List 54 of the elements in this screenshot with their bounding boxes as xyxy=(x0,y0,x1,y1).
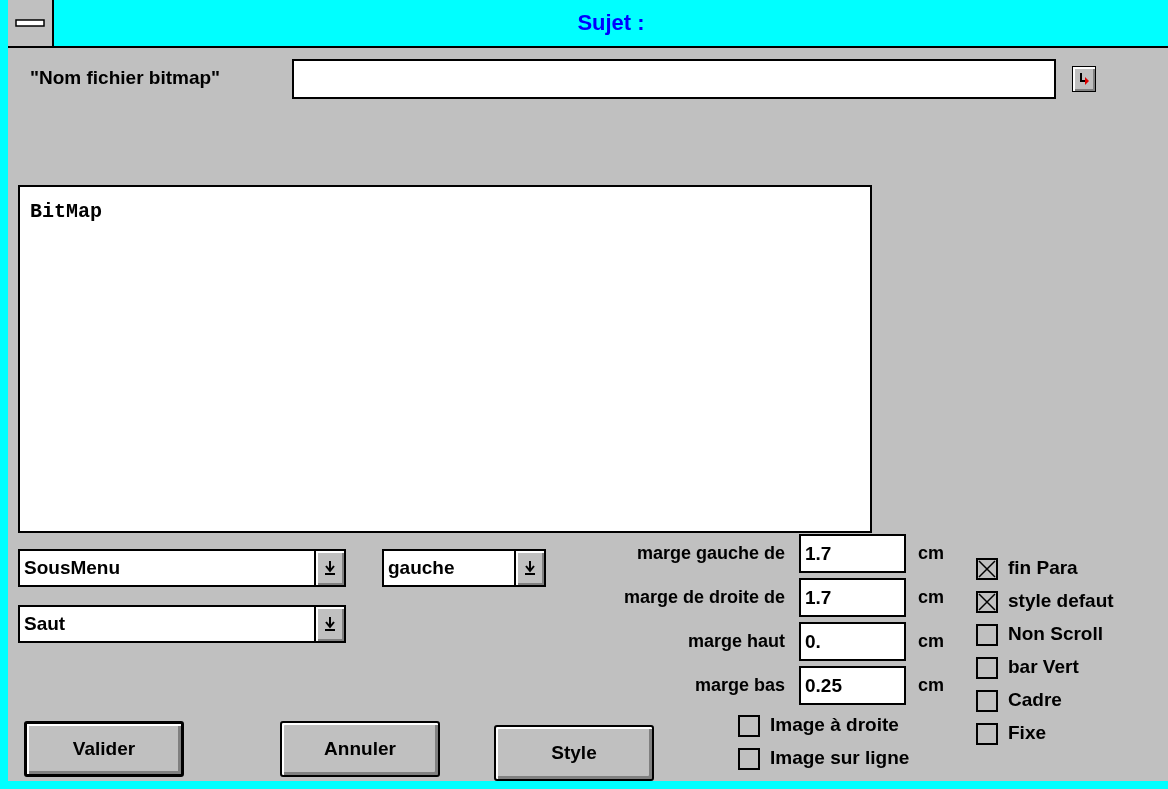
dropdown-value: gauche xyxy=(387,556,456,580)
field-label: "Nom fichier bitmap" xyxy=(30,66,222,91)
dropdown-arrow-button[interactable] xyxy=(514,551,544,585)
checkbox-label: fin Para xyxy=(1008,556,1078,581)
system-menu-button[interactable] xyxy=(8,0,54,46)
down-arrow-icon xyxy=(325,561,335,575)
checkbox-label: Fixe xyxy=(1008,721,1047,746)
unit-label: cm xyxy=(918,630,944,653)
checkbox-label: Image sur ligne xyxy=(770,746,910,771)
margin-label: marge de droite de xyxy=(622,586,786,609)
margin-label: marge bas xyxy=(693,674,786,697)
checkbox[interactable] xyxy=(976,623,998,646)
input-field[interactable]: 0.25 xyxy=(799,666,906,705)
down-arrow-icon xyxy=(325,617,335,631)
dropdown-arrow-button[interactable] xyxy=(314,607,344,641)
unit-label: cm xyxy=(918,586,944,609)
checkbox[interactable] xyxy=(976,557,998,580)
dropdown[interactable]: Saut xyxy=(18,605,346,643)
minus-icon xyxy=(15,18,45,27)
unit-label: cm xyxy=(918,542,944,565)
checkbox-label: Cadre xyxy=(1008,688,1062,713)
dropdown[interactable]: SousMenu xyxy=(18,549,346,587)
checkbox[interactable] xyxy=(976,590,998,613)
dropdown-arrow-button[interactable] xyxy=(314,551,344,585)
dialog-button[interactable]: Annuler xyxy=(280,721,440,777)
dropdown[interactable]: gauche xyxy=(382,549,546,587)
checkbox[interactable] xyxy=(738,714,760,737)
checkbox-label: Image à droite xyxy=(770,713,899,738)
checkbox-label: bar Vert xyxy=(1008,655,1079,680)
checkbox[interactable] xyxy=(976,689,998,712)
checkbox[interactable] xyxy=(738,747,760,770)
checkbox[interactable] xyxy=(976,722,998,745)
window-title: Sujet : xyxy=(577,9,645,38)
down-arrow-icon xyxy=(525,561,535,575)
checkbox-label: style defaut xyxy=(1008,589,1114,614)
arrow-right-icon xyxy=(1078,72,1090,85)
margin-label: marge gauche de xyxy=(635,542,786,565)
dropdown-value: SousMenu xyxy=(23,556,122,580)
dialog-button[interactable]: Style xyxy=(494,725,654,781)
checkbox[interactable] xyxy=(976,656,998,679)
margin-label: marge haut xyxy=(686,630,786,653)
input-field[interactable]: 0. xyxy=(799,622,906,661)
cross-mark-icon xyxy=(978,559,996,578)
input-field[interactable]: 1.7 xyxy=(799,578,906,617)
input-field[interactable]: 1.7 xyxy=(799,534,906,573)
text-content: BitMap xyxy=(30,199,102,223)
cross-mark-icon xyxy=(978,592,996,611)
text-area[interactable]: BitMap xyxy=(18,184,872,533)
dropdown-value: Saut xyxy=(23,612,67,636)
dialog-button[interactable]: Valider xyxy=(24,721,184,777)
input-field[interactable] xyxy=(292,58,1056,99)
browse-button[interactable] xyxy=(1072,65,1096,92)
checkbox-label: Non Scroll xyxy=(1008,622,1103,647)
unit-label: cm xyxy=(918,674,944,697)
